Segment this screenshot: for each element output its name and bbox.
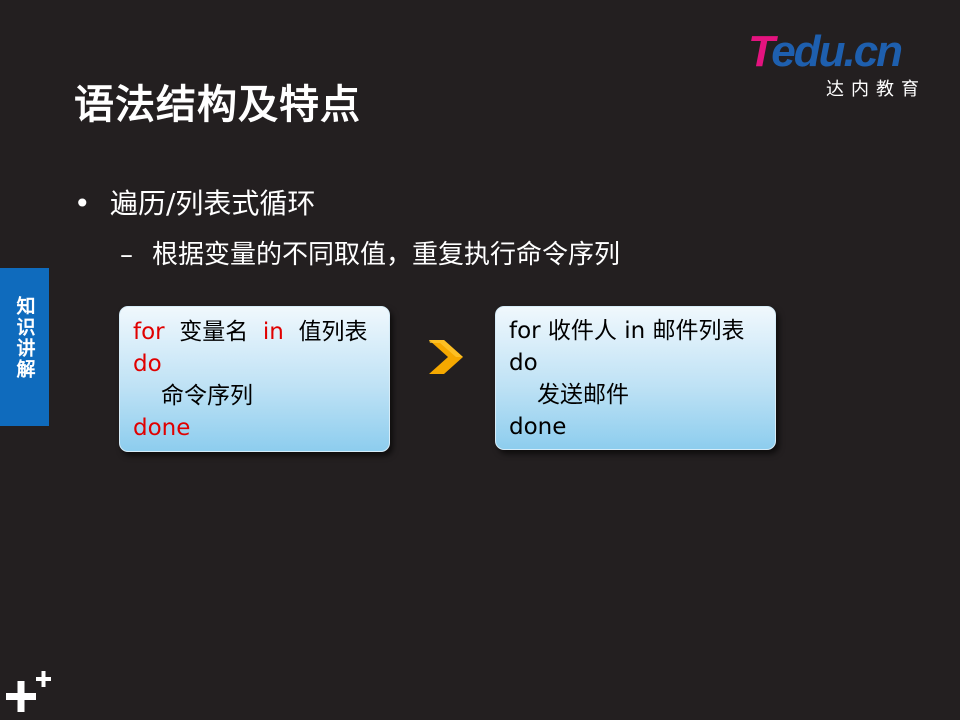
keyword-done: done bbox=[133, 415, 191, 441]
example-box: for 收件人 in 邮件列表 do 发送邮件 done bbox=[495, 306, 776, 450]
logo-wordmark: Tedu.cn bbox=[748, 27, 903, 76]
value-list: 值列表 bbox=[298, 319, 368, 345]
chevron-right-icon bbox=[429, 340, 463, 374]
slide-title: 语法结构及特点 bbox=[74, 82, 361, 128]
var-name: 变量名 bbox=[179, 319, 249, 345]
syntax-box: for 变量名 in 值列表 do 命令序列 done bbox=[119, 306, 390, 452]
keyword-in: in bbox=[262, 319, 284, 345]
bullet-item: • 遍历/列表式循环 bbox=[74, 182, 315, 222]
sub-bullet-marker: – bbox=[120, 240, 133, 270]
sub-bullet-item: – 根据变量的不同取值，重复执行命令序列 bbox=[120, 234, 620, 271]
example-line-do: do bbox=[509, 350, 538, 376]
example-line-for: for 收件人 in 邮件列表 bbox=[509, 318, 745, 344]
bullet-text: 遍历/列表式循环 bbox=[110, 187, 316, 220]
syntax-line-for: for 变量名 in 值列表 bbox=[133, 316, 389, 348]
example-line-command: 发送邮件 bbox=[537, 382, 629, 408]
example-line-done: done bbox=[509, 414, 567, 440]
side-tab-label: 知识讲解 bbox=[13, 296, 36, 380]
command-sequence: 命令序列 bbox=[161, 383, 253, 409]
bullet-marker: • bbox=[74, 187, 91, 220]
keyword-for: for bbox=[133, 319, 165, 345]
keyword-do: do bbox=[133, 351, 162, 377]
logo-domain: edu.cn bbox=[771, 27, 903, 76]
side-tab[interactable]: 知识讲解 bbox=[0, 268, 49, 426]
plus-icon bbox=[6, 671, 51, 712]
logo-subtitle: 达内教育 bbox=[826, 79, 926, 100]
tedu-logo: Tedu.cn 达内教育 bbox=[748, 27, 938, 101]
sub-bullet-text: 根据变量的不同取值，重复执行命令序列 bbox=[152, 240, 621, 270]
logo-letter-t: T bbox=[748, 27, 773, 76]
